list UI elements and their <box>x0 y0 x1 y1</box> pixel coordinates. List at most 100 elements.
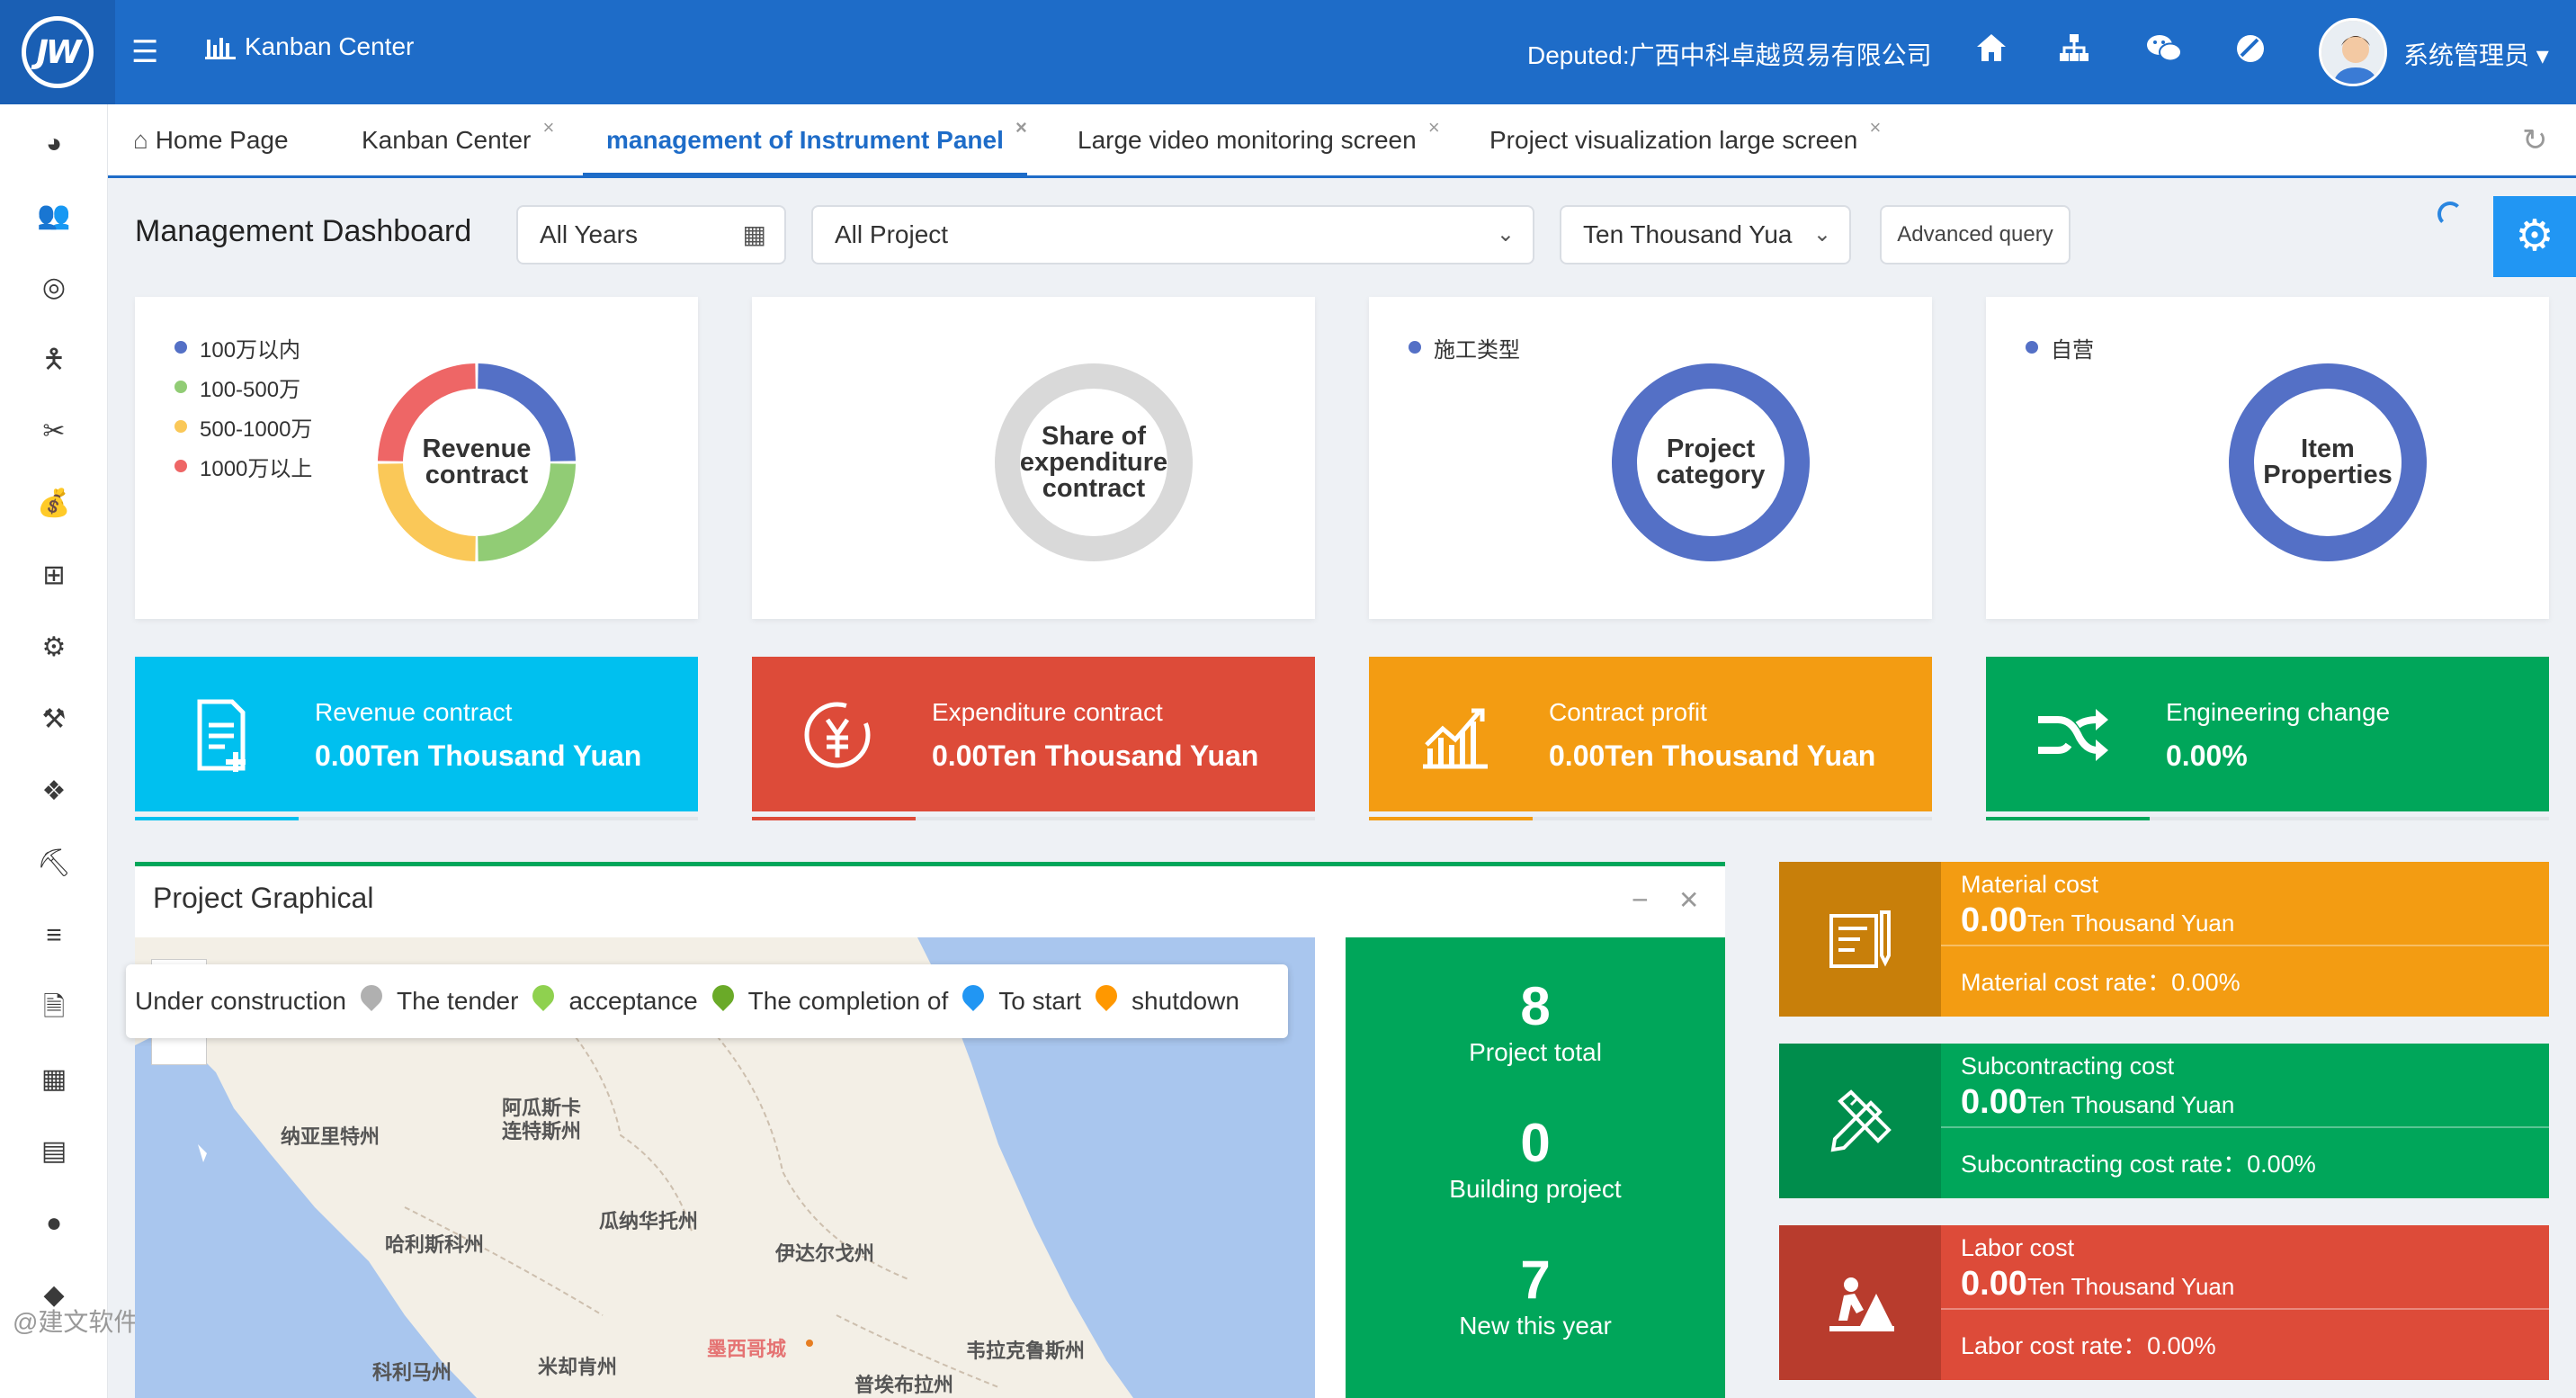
users-icon[interactable]: 👥 <box>34 196 74 236</box>
username[interactable]: 系统管理员 ▾ <box>2403 36 2549 72</box>
donut-center-label: Item Properties <box>2238 436 2418 488</box>
theme-icon[interactable] <box>2231 32 2270 72</box>
legend-dot <box>174 420 187 433</box>
document-search-icon[interactable]: 🗎 <box>34 988 74 1027</box>
cost-card-labor-cost[interactable]: Labor cost 0.00Ten Thousand Yuan Labor cos… <box>1779 1225 2549 1380</box>
deputed-company: Deputed:广西中科卓越贸易有限公司 <box>1527 41 1932 69</box>
settings-button[interactable]: ⚙ <box>2493 196 2576 277</box>
user-avatar[interactable] <box>2319 18 2387 86</box>
kpi-contract-profit[interactable]: Contract profit 0.00Ten Thousand Yuan <box>1369 657 1932 811</box>
legend-item[interactable]: 1000万以上 <box>174 446 312 486</box>
cost-value: 0.00 <box>1961 1265 2027 1303</box>
chevron-down-icon: ⌄ <box>1812 222 1831 246</box>
cost-amount: 0.00Ten Thousand Yuan <box>1961 1083 2234 1122</box>
menu-toggle-icon[interactable]: ☰ <box>131 34 160 70</box>
home-icon[interactable] <box>1972 32 2011 72</box>
money-icon[interactable]: 💰 <box>34 484 74 524</box>
report-edit-icon <box>1829 910 1891 968</box>
project-select[interactable]: All Project ⌄ <box>811 205 1534 264</box>
tools-icon[interactable]: ✂ <box>34 412 74 452</box>
home-icon: ⌂ <box>133 126 148 154</box>
map-pin-icon <box>961 985 986 1017</box>
map-legend-item[interactable]: Under construction <box>135 987 346 1016</box>
cost-unit: Ten Thousand Yuan <box>2026 1273 2235 1300</box>
donut-card-item-properties: 自营 Item Properties <box>1986 297 2549 619</box>
kpi-progress-bar <box>135 817 698 820</box>
tab-home-page[interactable]: ⌂ Home Page <box>110 104 312 176</box>
cost-card-material-cost[interactable]: Material cost 0.00Ten Thousand Yuan Materi… <box>1779 862 2549 1017</box>
pie-chart-icon[interactable]: ◕ <box>34 124 74 164</box>
legend-item[interactable]: 自营 <box>2026 327 2094 367</box>
close-icon[interactable]: × <box>543 92 555 164</box>
money-bag-icon[interactable]: ● <box>34 1204 74 1243</box>
list-icon[interactable]: ≡ <box>34 916 74 955</box>
project-total-label: Project total <box>1469 1038 1602 1066</box>
kpi-progress-fill <box>1369 817 1533 820</box>
legend-item[interactable]: 100-500万 <box>174 367 312 407</box>
cost-rate: Material cost rate：0.00% <box>1961 969 2241 996</box>
cost-unit: Ten Thousand Yuan <box>2026 1091 2235 1118</box>
building-project-label: Building project <box>1449 1175 1622 1203</box>
cost-divider <box>1941 945 2549 946</box>
unit-select[interactable]: Ten Thousand Yua ⌄ <box>1560 205 1851 264</box>
tab-label: Kanban Center <box>362 126 532 154</box>
ledger-icon[interactable]: ▤ <box>34 1132 74 1171</box>
tab-instrument-panel[interactable]: management of Instrument Panel × <box>583 104 1027 176</box>
legend-item[interactable]: 500-1000万 <box>174 407 312 446</box>
calculator-icon[interactable]: ▦ <box>34 1060 74 1099</box>
worker-icon[interactable]: ⛏ <box>34 844 74 883</box>
kpi-engineering-change[interactable]: Engineering change 0.00% <box>1986 657 2549 811</box>
project-stats: 8 Project total 0 Building project 7 New… <box>1346 937 1725 1398</box>
unit-value: Ten Thousand Yua <box>1583 220 1793 248</box>
pencil-ruler-icon <box>1830 1089 1892 1152</box>
org-chart-icon[interactable] <box>2054 32 2094 72</box>
cost-unit: Ten Thousand Yuan <box>2026 910 2235 936</box>
cost-card-subcontracting-cost[interactable]: Subcontracting cost 0.00Ten Thousand Yuan… <box>1779 1044 2549 1198</box>
building-project-value: 0 <box>1520 1113 1551 1173</box>
wechat-icon[interactable] <box>2144 32 2184 72</box>
legend-item[interactable]: 施工类型 <box>1409 327 1520 367</box>
map-legend-item[interactable]: The completion of <box>748 987 949 1016</box>
minimize-icon[interactable]: − <box>1632 883 1649 917</box>
map-legend-item[interactable]: shutdown <box>1131 987 1239 1016</box>
tab-project-visualization[interactable]: Project visualization large screen × <box>1466 104 1881 176</box>
advanced-query-button[interactable]: Advanced query <box>1880 205 2071 264</box>
year-picker[interactable]: All Years ▦ <box>516 205 786 264</box>
close-icon[interactable]: ✕ <box>1678 885 1699 915</box>
app-logo[interactable]: JW <box>0 0 115 104</box>
map-legend-item[interactable]: To start <box>998 987 1081 1016</box>
kpi-progress-bar <box>752 817 1315 820</box>
page-title: Management Dashboard <box>135 214 472 248</box>
tab-kanban-center[interactable]: Kanban Center × <box>338 104 554 176</box>
kpi-revenue-contract[interactable]: Revenue contract 0.00Ten Thousand Yuan <box>135 657 698 811</box>
refresh-icon[interactable]: ↻ <box>2522 122 2548 158</box>
legend-dot <box>174 381 187 393</box>
kpi-expenditure-contract[interactable]: Expenditure contract 0.00Ten Thousand Yua… <box>752 657 1315 811</box>
close-icon[interactable]: × <box>1015 92 1027 164</box>
cost-amount: 0.00Ten Thousand Yuan <box>1961 901 2234 940</box>
map-label: 瓜纳华托州 <box>599 1210 699 1232</box>
cubes-icon[interactable]: ❖ <box>34 772 74 811</box>
tab-video-monitoring[interactable]: Large video monitoring screen × <box>1054 104 1440 176</box>
map-legend-item[interactable]: The tender <box>397 987 518 1016</box>
legend-item[interactable]: 100万以内 <box>174 327 312 367</box>
username-label: 系统管理员 <box>2403 41 2530 69</box>
hammer-icon[interactable]: ⚒ <box>34 700 74 739</box>
add-box-icon[interactable]: ⊞ <box>34 556 74 596</box>
kpi-progress-fill <box>752 817 916 820</box>
cost-rate: Subcontracting cost rate：0.00% <box>1961 1151 2316 1178</box>
shuffle-icon <box>2031 695 2112 775</box>
legend-dot <box>2026 341 2038 354</box>
chevron-down-icon: ⌄ <box>1496 222 1515 246</box>
document-add-icon <box>180 695 261 775</box>
cost-title: Material cost <box>1961 871 2099 898</box>
map-legend-item[interactable]: acceptance <box>568 987 697 1016</box>
close-icon[interactable]: × <box>1428 92 1440 164</box>
donut-center-label: Revenue contract <box>387 436 567 488</box>
config-icon[interactable]: ⚙ <box>34 628 74 668</box>
close-icon[interactable]: × <box>1869 92 1881 164</box>
person-icon[interactable]: 🯅 <box>34 340 74 380</box>
target-icon[interactable]: ◎ <box>34 268 74 308</box>
cost-icon-panel <box>1779 1044 1941 1198</box>
tab-label: management of Instrument Panel <box>606 126 1004 154</box>
